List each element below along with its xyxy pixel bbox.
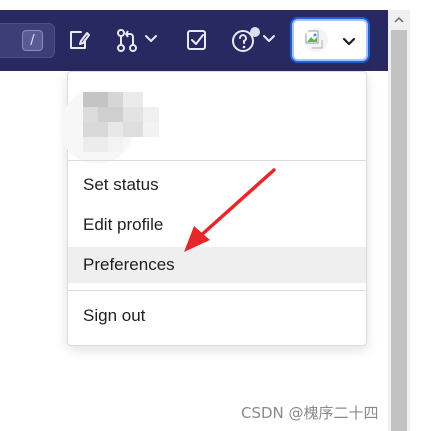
scroll-up-icon[interactable] bbox=[388, 10, 410, 30]
scrollbar-thumb[interactable] bbox=[391, 30, 407, 431]
blurred-username bbox=[83, 92, 159, 152]
menu-divider bbox=[68, 160, 366, 161]
avatar bbox=[304, 28, 328, 52]
merge-request-icon[interactable] bbox=[116, 28, 138, 54]
watermark-text: CSDN @槐序二十四 bbox=[241, 404, 379, 422]
user-menu-button[interactable] bbox=[292, 19, 368, 61]
todo-icon[interactable] bbox=[186, 28, 208, 54]
search-shortcut-key: / bbox=[22, 30, 43, 51]
help-icon[interactable] bbox=[232, 26, 266, 52]
search-box[interactable]: / bbox=[0, 23, 55, 58]
vertical-scrollbar[interactable] bbox=[388, 10, 410, 431]
menu-item-sign-out[interactable]: Sign out bbox=[68, 298, 366, 334]
chevron-down-icon[interactable] bbox=[262, 34, 276, 60]
chevron-down-icon bbox=[342, 34, 356, 52]
menu-divider bbox=[68, 290, 366, 291]
app-frame: / Set status Edit profile Preferences Si… bbox=[0, 0, 427, 431]
top-navbar: / bbox=[0, 10, 388, 71]
annotation-arrow bbox=[184, 168, 276, 252]
user-info[interactable] bbox=[60, 72, 366, 164]
chevron-down-icon[interactable] bbox=[144, 34, 158, 60]
issues-icon[interactable] bbox=[68, 28, 90, 54]
